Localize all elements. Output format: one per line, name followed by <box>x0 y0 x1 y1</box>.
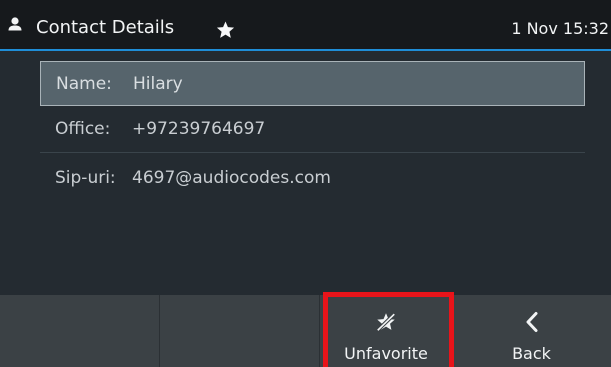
title-bar: Contact Details 1 Nov 15:32 <box>0 0 611 51</box>
detail-label: Name: <box>56 73 112 94</box>
detail-value: 4697@audiocodes.com <box>132 168 331 188</box>
detail-value: Hilary <box>133 73 183 94</box>
softkey-1-empty[interactable] <box>0 295 160 367</box>
contact-details-list: Name: Hilary Office: +97239764697 Sip-ur… <box>40 61 585 203</box>
chevron-left-icon <box>526 312 537 332</box>
page-title: Contact Details <box>36 17 175 38</box>
detail-row-sip-uri[interactable]: Sip-uri: 4697@audiocodes.com <box>40 153 585 203</box>
phone-screen: Contact Details 1 Nov 15:32 Name: Hilary… <box>0 0 611 367</box>
softkey-bar: Unfavorite Back <box>0 295 611 367</box>
back-button[interactable]: Back <box>452 295 611 367</box>
unfavorite-button[interactable]: Unfavorite <box>320 295 452 367</box>
person-icon <box>8 17 22 31</box>
detail-label: Office: <box>55 119 111 139</box>
detail-row-office[interactable]: Office: +97239764697 <box>40 106 585 153</box>
detail-value: +97239764697 <box>132 119 266 139</box>
star-slash-icon <box>376 312 396 333</box>
detail-label: Sip-uri: <box>55 168 116 188</box>
softkey-label: Back <box>512 344 551 363</box>
detail-row-name[interactable]: Name: Hilary <box>40 61 585 106</box>
softkey-label: Unfavorite <box>344 344 428 363</box>
date-time: 1 Nov 15:32 <box>511 19 609 38</box>
star-icon <box>216 21 235 38</box>
softkey-2-empty[interactable] <box>160 295 320 367</box>
